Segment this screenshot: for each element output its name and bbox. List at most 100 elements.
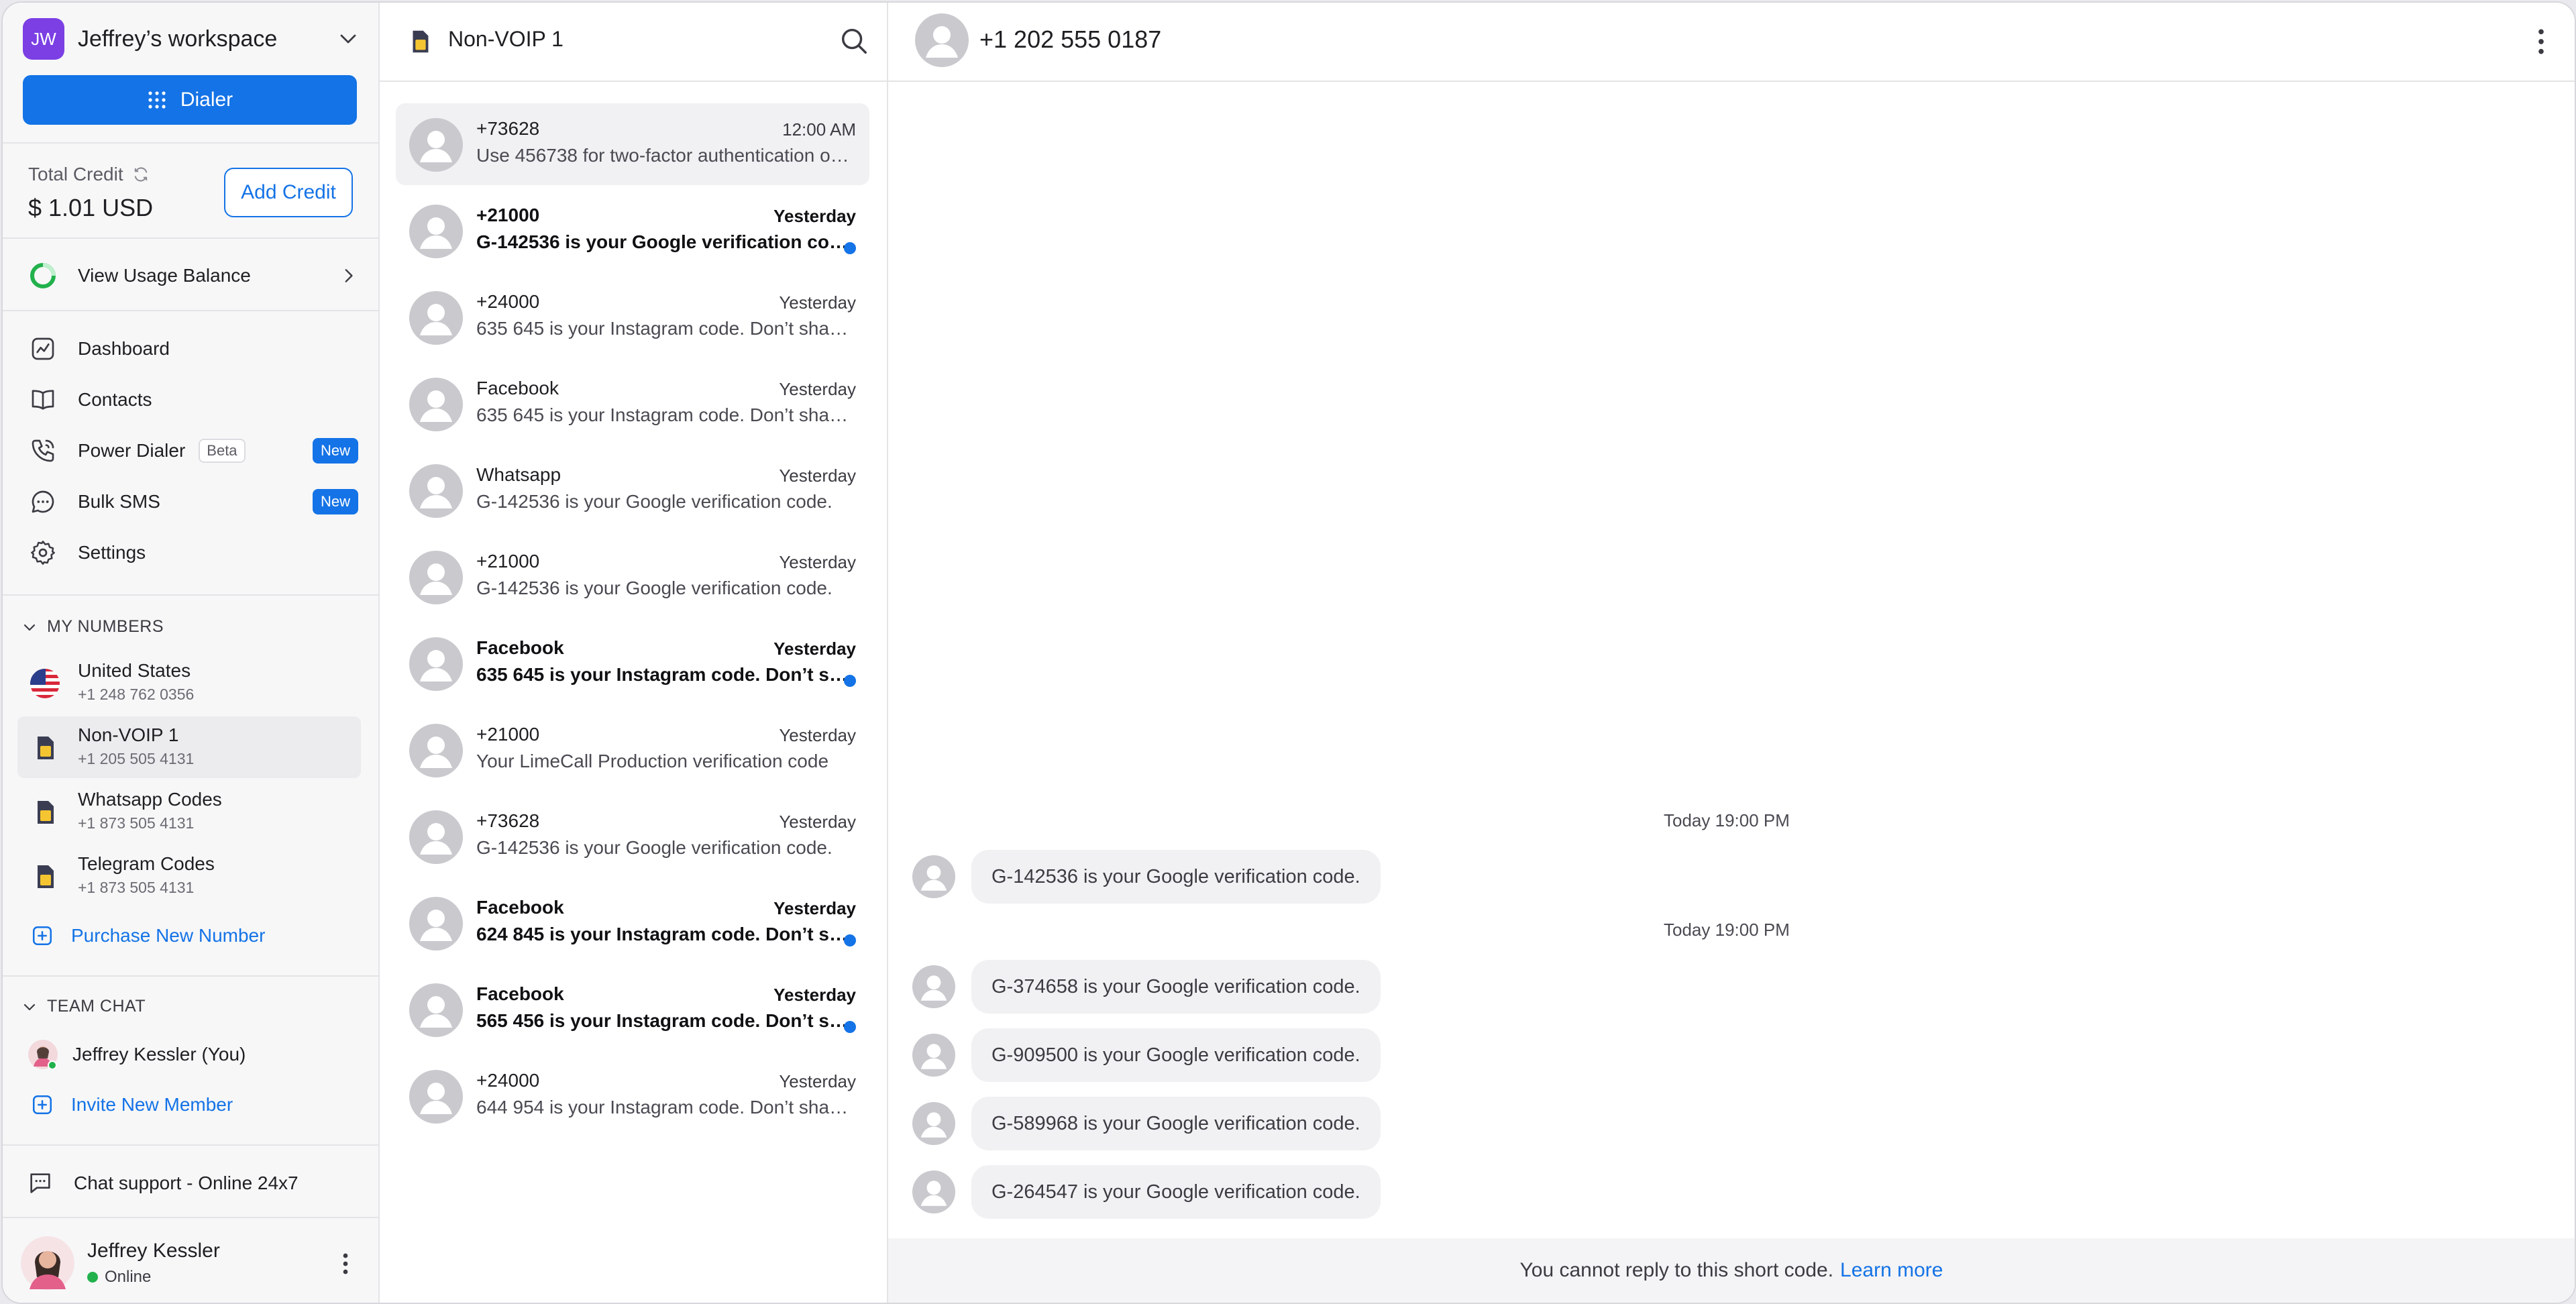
chat-support[interactable]: Chat support - Online 24x7 [27, 1170, 299, 1197]
sender-avatar [912, 965, 955, 1008]
number-item-whatsapp-codes[interactable]: Whatsapp Codes +1 873 505 4131 [17, 781, 361, 843]
more-vertical-icon[interactable] [2534, 27, 2548, 56]
purchase-label: Purchase New Number [71, 925, 266, 946]
workspace-switcher[interactable]: JW Jeffrey’s workspace [23, 18, 358, 60]
conversation-preview: 635 645 is your Instagram code. Don’t sh… [476, 664, 852, 685]
number-item-telegram-codes[interactable]: Telegram Codes +1 873 505 4131 [17, 845, 361, 907]
conversation-item[interactable]: Whatsapp Yesterday G-142536 is your Google… [396, 449, 869, 531]
phone-icon [32, 439, 54, 462]
conversation-time: Yesterday [779, 379, 856, 399]
nav-power-dialer[interactable]: Power Dialer Beta New [30, 431, 358, 471]
chat-bubble-icon [32, 490, 54, 513]
conversation-item[interactable]: +73628 12:00 AM Use 456738 for two-factor … [396, 103, 869, 185]
new-badge: New [312, 438, 358, 464]
app-window: JW Jeffrey’s workspace Dialer Total Cred… [1, 1, 2576, 1304]
user-status-text: Online [105, 1268, 152, 1286]
contact-avatar [409, 118, 463, 172]
number-name: Telegram Codes [78, 853, 215, 874]
conversation-item[interactable]: Facebook Yesterday 635 645 is your Instagr… [396, 622, 869, 704]
conversation-list-header: Non-VOIP 1 [380, 3, 887, 82]
number-item-united-states[interactable]: United States +1 248 762 0356 [17, 652, 361, 714]
user-status: Online [87, 1268, 151, 1287]
message-bubble[interactable]: G-264547 is your Google verification cod… [971, 1165, 1381, 1219]
chevron-down-icon [23, 624, 36, 631]
chevron-right-icon [345, 269, 353, 282]
nav-label: Settings [78, 542, 146, 563]
us-flag-icon [30, 669, 60, 698]
conversation-time: Yesterday [773, 639, 856, 659]
conversation-name: Facebook [476, 637, 564, 658]
number-name: United States [78, 660, 191, 681]
my-numbers-toggle[interactable]: MY NUMBERS [21, 617, 164, 637]
message-bubble[interactable]: G-589968 is your Google verification cod… [971, 1097, 1381, 1150]
conversation-item[interactable]: Facebook Yesterday 565 456 is your Instagr… [396, 969, 869, 1050]
sender-avatar [912, 855, 955, 898]
search-icon[interactable] [839, 25, 869, 56]
message-bubble[interactable]: G-909500 is your Google verification cod… [971, 1028, 1381, 1082]
nav-settings[interactable]: Settings [30, 533, 358, 573]
message-timestamp: Today 19:00 PM [1664, 920, 1790, 940]
conversation-preview: G-142536 is your Google verification cod… [476, 491, 833, 512]
thread-title: +1 202 555 0187 [979, 25, 1162, 53]
conversation-item[interactable]: +24000 Yesterday 644 954 is your Instagram… [396, 1055, 869, 1137]
conversation-preview: G-142536 is your Google verification cod… [476, 231, 852, 252]
avatar [21, 1236, 74, 1290]
conversation-item[interactable]: +21000 Yesterday G-142536 is your Google v… [396, 536, 869, 618]
conversation-name: +24000 [476, 291, 540, 312]
short-code-notice: You cannot reply to this short code. Lea… [888, 1238, 2575, 1303]
number-value: +1 873 505 4131 [78, 879, 195, 896]
conversation-item[interactable]: Facebook Yesterday 635 645 is your Instagr… [396, 363, 869, 445]
conversation-item[interactable]: +21000 Yesterday Your LimeCall Production … [396, 709, 869, 791]
usage-label: View Usage Balance [78, 265, 251, 286]
team-member-self[interactable]: Jeffrey Kessler (You) [27, 1038, 246, 1071]
invite-label: Invite New Member [71, 1094, 233, 1115]
total-credit-label: Total Credit [28, 164, 150, 185]
contact-avatar [409, 1070, 463, 1124]
invite-new-member-link[interactable]: Invite New Member [31, 1093, 233, 1116]
contact-avatar [409, 464, 463, 518]
conversation-preview: Your LimeCall Production verification co… [476, 751, 829, 771]
dialer-button[interactable]: Dialer [23, 75, 357, 125]
view-usage-balance[interactable]: View Usage Balance [28, 258, 357, 294]
conversation-preview: 565 456 is your Instagram code. Don’t sh… [476, 1010, 852, 1031]
thread-header: +1 202 555 0187 [888, 3, 2575, 82]
add-credit-button[interactable]: Add Credit [224, 168, 353, 217]
chat-support-icon [30, 1173, 50, 1193]
divider [3, 1144, 378, 1146]
contact-avatar [409, 983, 463, 1037]
conversation-name: +21000 [476, 724, 540, 745]
divider [3, 594, 378, 596]
learn-more-link[interactable]: Learn more [1840, 1259, 1943, 1282]
sim-card-icon [38, 737, 54, 759]
conversation-item[interactable]: +24000 Yesterday 635 645 is your Instagram… [396, 276, 869, 358]
conversation-item[interactable]: Facebook Yesterday 624 845 is your Instagr… [396, 882, 869, 964]
nav-contacts[interactable]: Contacts [30, 380, 358, 420]
contact-avatar[interactable] [915, 13, 969, 67]
number-value: +1 248 762 0356 [78, 686, 195, 703]
refresh-icon[interactable] [131, 165, 150, 184]
conversation-name: +24000 [476, 1070, 540, 1091]
total-credit-text: Total Credit [28, 164, 123, 184]
nav-bulk-sms[interactable]: Bulk SMS New [30, 482, 358, 522]
online-dot [87, 1272, 98, 1283]
message-bubble[interactable]: G-142536 is your Google verification cod… [971, 850, 1381, 904]
chevron-down-icon [340, 34, 356, 44]
conversation-item[interactable]: +21000 Yesterday G-142536 is your Google v… [396, 190, 869, 272]
contact-avatar [409, 378, 463, 431]
team-chat-toggle[interactable]: TEAM CHAT [21, 997, 146, 1016]
nav-dashboard[interactable]: Dashboard [30, 329, 358, 369]
number-item-non-voip-1[interactable]: Non-VOIP 1 +1 205 505 4131 [17, 716, 361, 778]
purchase-new-number-link[interactable]: Purchase New Number [31, 924, 265, 947]
more-vertical-icon[interactable] [335, 1252, 356, 1276]
notice-text: You cannot reply to this short code. [1519, 1259, 1834, 1281]
conversation-item[interactable]: +73628 Yesterday G-142536 is your Google v… [396, 796, 869, 877]
contact-avatar [409, 291, 463, 345]
conversation-name: +21000 [476, 205, 540, 225]
message-bubble[interactable]: G-374658 is your Google verification cod… [971, 960, 1381, 1014]
contact-avatar [409, 724, 463, 777]
conversation-preview: G-142536 is your Google verification cod… [476, 578, 833, 598]
conversation-preview: Use 456738 for two-factor authentication… [476, 145, 852, 166]
user-profile[interactable]: Jeffrey Kessler Online [20, 1236, 362, 1290]
avatar [28, 1040, 58, 1070]
conversation-list: Non-VOIP 1 +73628 12:00 AM Use 456738 for … [380, 3, 888, 1303]
